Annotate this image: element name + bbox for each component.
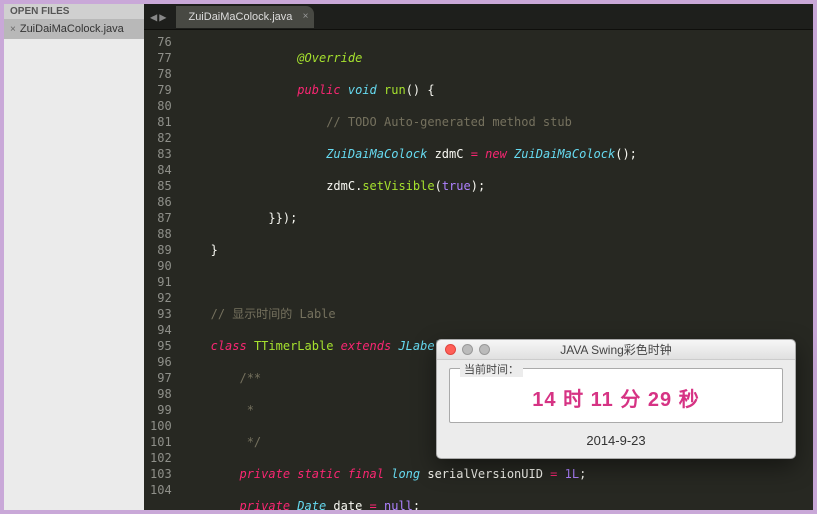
line-number: 77: [150, 50, 172, 66]
sidebar: OPEN FILES × ZuiDaiMaColock.java: [4, 4, 144, 510]
line-number: 76: [150, 34, 172, 50]
window-title: JAVA Swing彩色时钟: [437, 341, 795, 358]
line-number: 98: [150, 386, 172, 402]
swing-window[interactable]: JAVA Swing彩色时钟 当前时间： 14 时 11 分 29 秒 2014…: [436, 339, 796, 459]
line-gutter: 7677787980818283848586878889909192939495…: [144, 30, 182, 510]
open-file-item[interactable]: × ZuiDaiMaColock.java: [4, 19, 144, 39]
line-number: 78: [150, 66, 172, 82]
window-body: 当前时间： 14 时 11 分 29 秒 2014-9-23: [437, 360, 795, 458]
line-number: 84: [150, 162, 172, 178]
line-number: 97: [150, 370, 172, 386]
line-number: 79: [150, 82, 172, 98]
nav-next-icon[interactable]: ▶: [159, 10, 166, 24]
line-number: 104: [150, 482, 172, 498]
open-files-header: OPEN FILES: [4, 4, 144, 19]
tab-bar: ◀ ▶ ZuiDaiMaColock.java ×: [144, 4, 813, 30]
window-maximize-icon[interactable]: [479, 344, 490, 355]
close-icon[interactable]: ×: [303, 11, 309, 22]
line-number: 93: [150, 306, 172, 322]
open-file-name: ZuiDaiMaColock.java: [20, 23, 124, 35]
time-display: 14 时 11 分 29 秒: [458, 383, 774, 412]
line-number: 99: [150, 402, 172, 418]
line-number: 82: [150, 130, 172, 146]
date-display: 2014-9-23: [449, 433, 783, 448]
line-number: 102: [150, 450, 172, 466]
line-number: 103: [150, 466, 172, 482]
line-number: 92: [150, 290, 172, 306]
line-number: 96: [150, 354, 172, 370]
traffic-lights: [445, 344, 490, 355]
line-number: 100: [150, 418, 172, 434]
line-number: 94: [150, 322, 172, 338]
group-label: 当前时间：: [460, 361, 523, 377]
line-number: 81: [150, 114, 172, 130]
line-number: 89: [150, 242, 172, 258]
time-groupbox: 当前时间： 14 时 11 分 29 秒: [449, 368, 783, 423]
line-number: 87: [150, 210, 172, 226]
line-number: 91: [150, 274, 172, 290]
line-number: 95: [150, 338, 172, 354]
line-number: 85: [150, 178, 172, 194]
nav-prev-icon[interactable]: ◀: [150, 10, 157, 24]
close-icon[interactable]: ×: [10, 24, 16, 35]
line-number: 86: [150, 194, 172, 210]
tab-title: ZuiDaiMaColock.java: [188, 11, 292, 23]
line-number: 101: [150, 434, 172, 450]
tab-active[interactable]: ZuiDaiMaColock.java ×: [176, 6, 314, 28]
window-close-icon[interactable]: [445, 344, 456, 355]
line-number: 88: [150, 226, 172, 242]
titlebar[interactable]: JAVA Swing彩色时钟: [437, 340, 795, 360]
line-number: 83: [150, 146, 172, 162]
window-minimize-icon[interactable]: [462, 344, 473, 355]
line-number: 80: [150, 98, 172, 114]
line-number: 90: [150, 258, 172, 274]
tab-nav: ◀ ▶: [144, 10, 172, 24]
